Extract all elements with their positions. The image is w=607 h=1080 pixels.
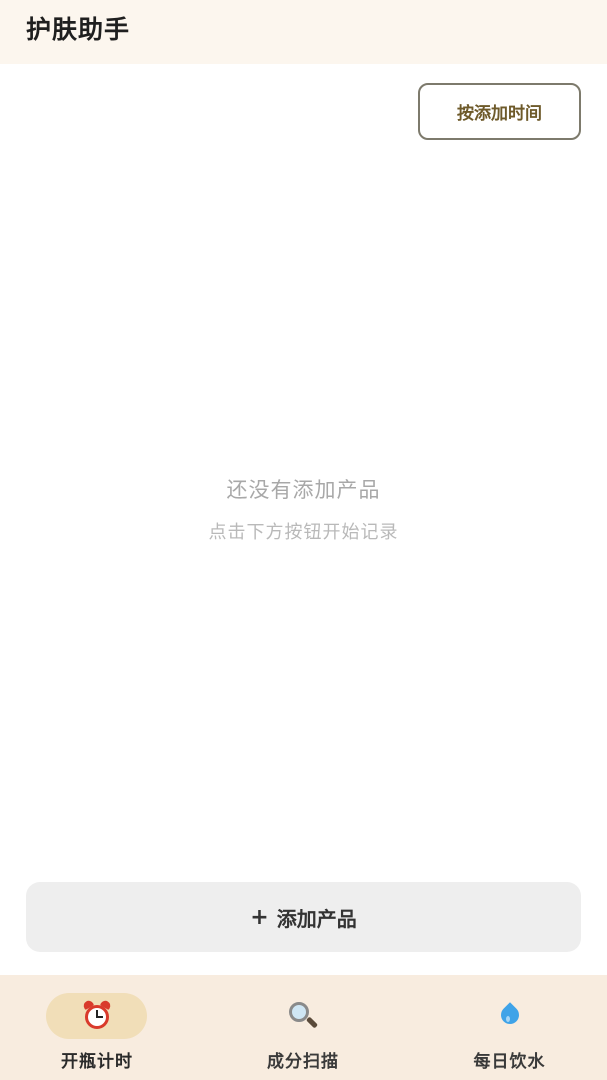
- tab-label: 每日饮水: [473, 1052, 546, 1072]
- app-title: 护肤助手: [26, 15, 131, 44]
- app-screen: 护肤助手 按添加时间 还没有添加产品 点击下方按钮开始记录 + 添加产品 开瓶计…: [0, 0, 607, 1080]
- add-product-button[interactable]: + 添加产品: [26, 882, 581, 952]
- tab-label: 开瓶计时: [61, 1052, 133, 1072]
- app-header: 护肤助手: [0, 0, 607, 64]
- tab-opening-timer[interactable]: 开瓶计时: [0, 975, 202, 1080]
- tab-ingredient-scan[interactable]: 成分扫描: [202, 975, 404, 1080]
- tab-daily-water[interactable]: 每日饮水: [404, 975, 607, 1080]
- empty-state-subtitle: 点击下方按钮开始记录: [208, 522, 399, 543]
- plus-icon: +: [250, 904, 269, 930]
- add-product-label: 添加产品: [276, 906, 357, 931]
- bottom-navigation: 开瓶计时 成分扫描 每日饮水: [0, 975, 607, 1080]
- sort-by-added-time-button[interactable]: 按添加时间: [418, 83, 581, 140]
- empty-state-title: 还没有添加产品: [226, 478, 381, 502]
- tab-label: 成分扫描: [267, 1052, 339, 1072]
- alarm-clock-icon: [81, 998, 113, 1030]
- magnifier-icon: [287, 1000, 319, 1032]
- water-drop-icon: [496, 1000, 523, 1030]
